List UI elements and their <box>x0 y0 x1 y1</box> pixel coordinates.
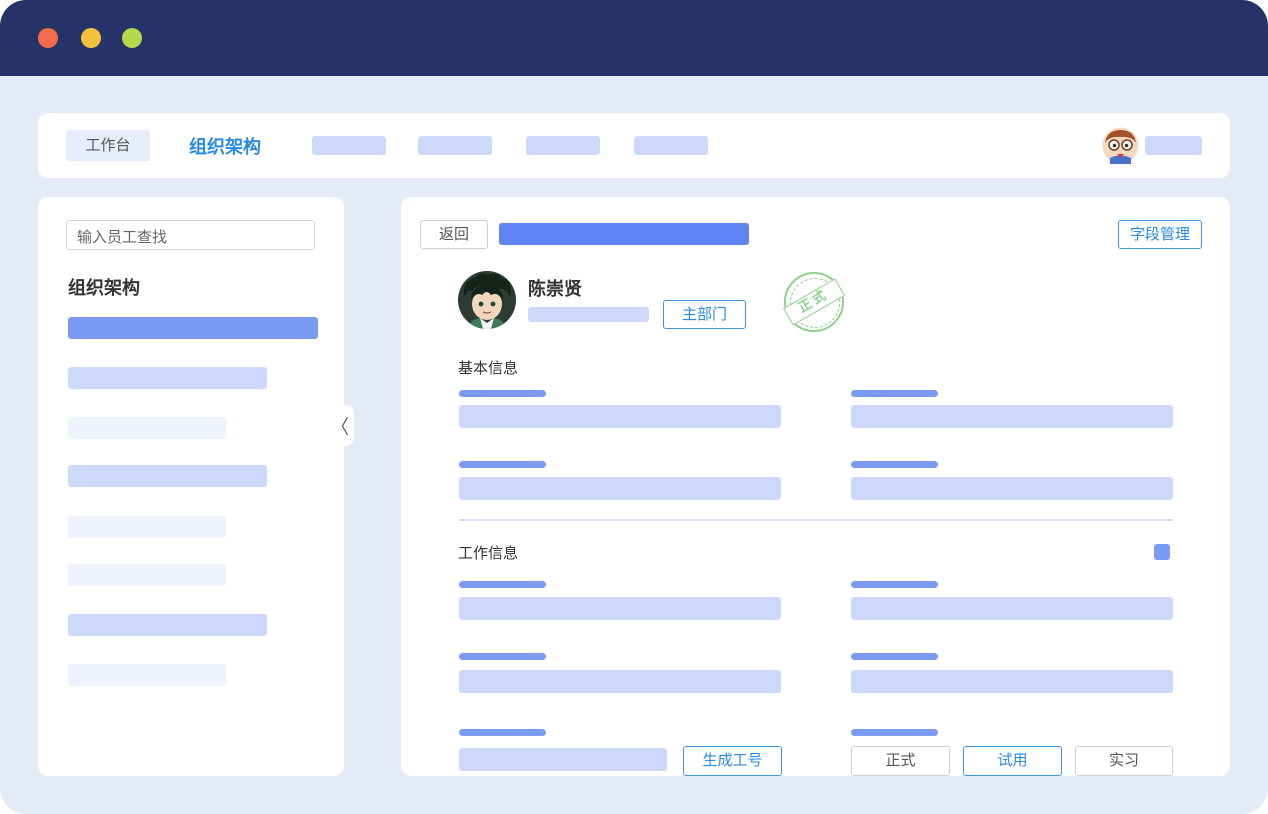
tree-item[interactable] <box>68 614 267 636</box>
nav-tab-workbench[interactable]: 工作台 <box>66 130 150 161</box>
status-stamp: 正式 <box>783 272 845 332</box>
field-label-placeholder <box>851 653 938 660</box>
field-input-placeholder[interactable] <box>851 670 1173 693</box>
back-button[interactable]: 返回 <box>420 220 488 249</box>
section-divider <box>459 519 1173 521</box>
field-label-placeholder <box>459 653 546 660</box>
sidebar-title: 组织架构 <box>68 278 140 299</box>
field-label-placeholder <box>851 729 938 736</box>
top-nav: 工作台 组织架构 <box>38 113 1230 178</box>
field-input-placeholder[interactable] <box>851 597 1173 620</box>
nav-tab-placeholder[interactable] <box>634 136 708 155</box>
status-option-intern[interactable]: 实习 <box>1075 746 1173 776</box>
tree-item[interactable] <box>68 465 267 487</box>
tree-item[interactable] <box>68 664 226 686</box>
employee-detail-panel: 返回 字段管理 陈崇贤 主部门 正式 基本信息 工作信息 生成工号 正式 试用 … <box>401 197 1230 776</box>
generate-id-button[interactable]: 生成工号 <box>683 746 782 776</box>
nav-tab-placeholder[interactable] <box>418 136 492 155</box>
field-input-placeholder[interactable] <box>459 597 781 620</box>
field-label-placeholder <box>459 390 546 397</box>
nav-tab-placeholder[interactable] <box>312 136 386 155</box>
field-input-placeholder[interactable] <box>851 477 1173 500</box>
field-input-placeholder[interactable] <box>851 405 1173 428</box>
main-department-button[interactable]: 主部门 <box>663 300 746 329</box>
field-label-placeholder <box>851 461 938 468</box>
field-label-placeholder <box>459 729 546 736</box>
nav-tab-placeholder[interactable] <box>526 136 600 155</box>
employee-search-input[interactable]: 输入员工查找 <box>66 220 315 250</box>
sidebar-collapse-toggle[interactable] <box>336 405 354 446</box>
search-placeholder-text: 输入员工查找 <box>77 228 168 246</box>
field-manage-button[interactable]: 字段管理 <box>1118 220 1202 249</box>
employee-id-input[interactable] <box>459 748 667 771</box>
field-label-placeholder <box>459 461 546 468</box>
tree-item-selected[interactable] <box>68 317 318 339</box>
section-title-work: 工作信息 <box>458 544 519 562</box>
field-input-placeholder[interactable] <box>459 670 781 693</box>
maximize-window-button[interactable] <box>122 28 142 48</box>
user-name-placeholder[interactable] <box>1145 136 1202 155</box>
tree-item[interactable] <box>68 417 226 439</box>
tree-item[interactable] <box>68 367 267 389</box>
user-avatar[interactable] <box>1102 127 1139 164</box>
page-title-placeholder <box>499 223 749 245</box>
field-input-placeholder[interactable] <box>459 405 781 428</box>
employee-avatar <box>458 271 516 329</box>
employee-name: 陈崇贤 <box>528 279 582 300</box>
app-window: 工作台 组织架构 输入员工查找 组织架构 返回 字段管理 陈崇贤 主部门 正式 … <box>0 0 1268 814</box>
field-label-placeholder <box>851 390 938 397</box>
minimize-window-button[interactable] <box>81 28 101 48</box>
field-label-placeholder <box>851 581 938 588</box>
window-titlebar <box>0 0 1268 76</box>
org-sidebar: 输入员工查找 组织架构 <box>38 197 344 776</box>
tree-item[interactable] <box>68 516 226 538</box>
close-window-button[interactable] <box>38 28 58 48</box>
section-title-basic: 基本信息 <box>458 359 519 377</box>
tree-item[interactable] <box>68 564 226 586</box>
nav-tab-org-structure[interactable]: 组织架构 <box>189 133 261 159</box>
field-label-placeholder <box>459 581 546 588</box>
status-option-formal[interactable]: 正式 <box>851 746 950 776</box>
chevron-left-icon <box>341 416 349 436</box>
field-input-placeholder[interactable] <box>459 477 781 500</box>
employee-subtitle-placeholder <box>528 307 649 322</box>
section-toggle-checkbox[interactable] <box>1154 544 1170 560</box>
status-option-probation[interactable]: 试用 <box>963 746 1062 776</box>
